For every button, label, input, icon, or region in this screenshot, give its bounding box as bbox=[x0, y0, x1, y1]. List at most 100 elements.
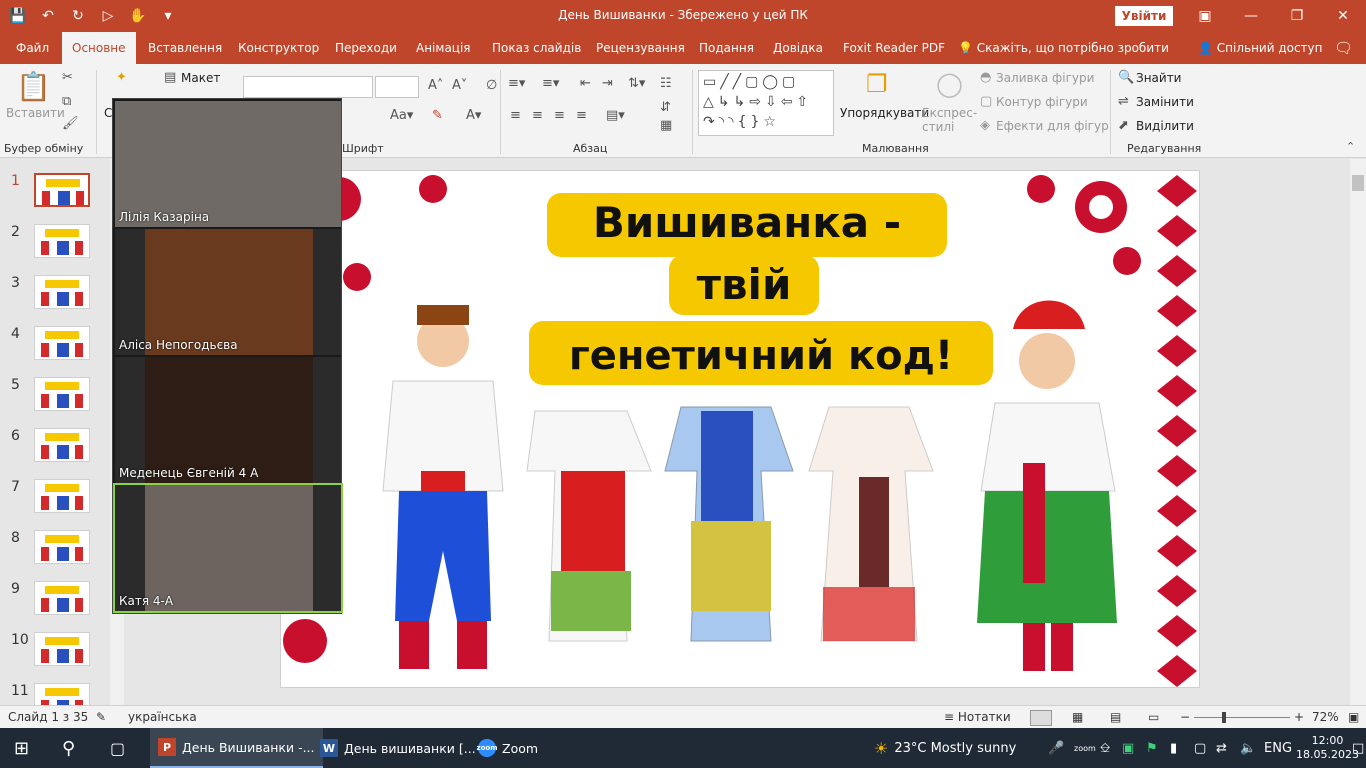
editor-scrollbar[interactable] bbox=[1350, 159, 1366, 705]
text-direction-icon[interactable]: ⇵ bbox=[660, 100, 671, 115]
bullets-icon[interactable]: ≡▾ bbox=[508, 76, 525, 91]
minimize-icon[interactable]: — bbox=[1228, 0, 1274, 32]
shapes-gallery[interactable]: ▭╱╱▢◯▢ △↳↳⇨⇩⇦⇧ ↷◝◝{}☆ bbox=[698, 70, 834, 136]
participant-tile[interactable]: Меденець Євгеній 4 А bbox=[115, 357, 341, 483]
paste-button-label[interactable]: Вставити bbox=[6, 106, 65, 120]
shape-fill-icon[interactable]: ◓ bbox=[980, 70, 991, 85]
decrease-indent-icon[interactable]: ⇤ bbox=[580, 76, 591, 91]
slide-thumbnail[interactable]: 9 bbox=[0, 581, 110, 621]
increase-indent-icon[interactable]: ⇥ bbox=[602, 76, 613, 91]
decrease-font-icon[interactable]: A˅ bbox=[452, 78, 467, 93]
slide-thumbnail[interactable]: 1 bbox=[0, 173, 110, 213]
usb-icon[interactable]: ⎒ bbox=[1100, 728, 1110, 768]
clear-formatting-icon[interactable]: ∅ bbox=[486, 78, 497, 93]
justify-icon[interactable]: ≡ bbox=[576, 108, 587, 123]
tab-foxit[interactable]: Foxit Reader PDF bbox=[843, 32, 945, 64]
slide-thumbnail[interactable]: 6 bbox=[0, 428, 110, 468]
taskbar-app-zoom[interactable]: zoom Zoom bbox=[470, 728, 546, 768]
tab-review[interactable]: Рецензування bbox=[596, 32, 685, 64]
change-case-icon[interactable]: Aa▾ bbox=[390, 108, 413, 123]
volume-icon[interactable]: 🔈 bbox=[1240, 728, 1256, 768]
find-button[interactable]: Знайти bbox=[1136, 71, 1181, 85]
zoom-slider[interactable] bbox=[1194, 717, 1290, 718]
replace-button[interactable]: Замінити bbox=[1136, 95, 1194, 109]
tab-insert[interactable]: Вставлення bbox=[148, 32, 222, 64]
participant-tile[interactable]: Аліса Непогодьєва bbox=[115, 229, 341, 355]
tab-help[interactable]: Довідка bbox=[773, 32, 823, 64]
columns-icon[interactable]: ☷ bbox=[660, 76, 672, 91]
tab-file[interactable]: Файл bbox=[16, 32, 49, 64]
weather-widget[interactable]: ☀ 23°C Mostly sunny bbox=[874, 728, 1016, 768]
language-indicator-taskbar[interactable]: ENG bbox=[1264, 728, 1292, 768]
battery-icon[interactable]: ▮ bbox=[1170, 728, 1177, 768]
scroll-thumb[interactable] bbox=[1352, 175, 1364, 191]
windows-start-icon[interactable]: ⊞ bbox=[14, 728, 29, 768]
zoom-level[interactable]: 72% bbox=[1312, 710, 1339, 724]
zoom-in-icon[interactable]: + bbox=[1294, 710, 1304, 724]
close-icon[interactable]: ✕ bbox=[1320, 0, 1366, 32]
tray-app-icon[interactable]: ▣ bbox=[1122, 728, 1134, 768]
maximize-icon[interactable]: ❐ bbox=[1274, 0, 1320, 32]
font-name-input[interactable] bbox=[243, 76, 373, 98]
arrange-icon[interactable]: ❐ bbox=[866, 70, 888, 98]
slide-thumbnail[interactable]: 3 bbox=[0, 275, 110, 315]
align-text-icon[interactable]: ▦ bbox=[660, 118, 672, 133]
format-painter-icon[interactable]: 🖌 bbox=[62, 116, 79, 131]
security-icon[interactable]: ⚑ bbox=[1146, 728, 1158, 768]
slide-sorter-icon[interactable]: ▦ bbox=[1072, 710, 1083, 724]
increase-font-icon[interactable]: A˄ bbox=[428, 78, 443, 93]
layout-button[interactable]: Макет bbox=[181, 71, 220, 85]
copy-icon[interactable]: ⧉ bbox=[62, 94, 71, 109]
slide-thumbnail[interactable]: 8 bbox=[0, 530, 110, 570]
taskbar-app-word[interactable]: W День вишиванки [... bbox=[312, 728, 484, 768]
tab-animations[interactable]: Анімація bbox=[416, 32, 471, 64]
participant-tile[interactable]: Катя 4-А bbox=[113, 483, 343, 613]
zoom-out-icon[interactable]: − bbox=[1180, 710, 1190, 724]
fit-slide-icon[interactable]: ▣ bbox=[1348, 710, 1359, 724]
arrange-button[interactable]: Упорядкувати bbox=[840, 106, 929, 120]
shape-outline-button[interactable]: Контур фігури bbox=[996, 95, 1088, 109]
microphone-icon[interactable]: 🎤 bbox=[1048, 728, 1064, 768]
quick-styles-icon[interactable]: ◯ bbox=[936, 70, 963, 98]
spellcheck-icon[interactable]: ✎ bbox=[96, 710, 106, 724]
paste-icon[interactable]: 📋 bbox=[16, 70, 51, 103]
network-icon[interactable]: ⇄ bbox=[1216, 728, 1227, 768]
text-columns-icon[interactable]: ▤▾ bbox=[606, 108, 625, 123]
notes-button[interactable]: ≡ Нотатки bbox=[944, 710, 1011, 724]
clock[interactable]: 12:00 18.05.2023 bbox=[1296, 728, 1359, 768]
shape-fill-button[interactable]: Заливка фігури bbox=[996, 71, 1094, 85]
quick-styles-button[interactable]: Експрес-стилі bbox=[922, 106, 977, 134]
display-icon[interactable]: ▢ bbox=[1194, 728, 1206, 768]
font-color-icon[interactable]: A▾ bbox=[466, 108, 481, 123]
tab-view[interactable]: Подання bbox=[699, 32, 754, 64]
notifications-icon[interactable]: □ bbox=[1352, 728, 1364, 768]
shape-effects-icon[interactable]: ◈ bbox=[980, 118, 990, 133]
new-slide-icon[interactable]: ✦ bbox=[116, 70, 127, 85]
align-left-icon[interactable]: ≡ bbox=[510, 108, 521, 123]
slide-thumbnail[interactable]: 10 bbox=[0, 632, 110, 672]
slide-thumbnail[interactable]: 7 bbox=[0, 479, 110, 519]
ribbon-display-icon[interactable]: ▣ bbox=[1182, 0, 1228, 32]
slideshow-view-icon[interactable]: ▭ bbox=[1148, 710, 1159, 724]
line-spacing-icon[interactable]: ⇅▾ bbox=[628, 76, 645, 91]
reading-view-icon[interactable]: ▤ bbox=[1110, 710, 1121, 724]
participant-tile[interactable]: Лілія Казаріна bbox=[115, 101, 341, 227]
normal-view-icon[interactable] bbox=[1030, 710, 1052, 726]
search-icon[interactable]: ⚲ bbox=[62, 728, 75, 768]
zoom-tray-icon[interactable]: zoom bbox=[1074, 728, 1096, 768]
tab-slideshow[interactable]: Показ слайдів bbox=[492, 32, 581, 64]
align-center-icon[interactable]: ≡ bbox=[532, 108, 543, 123]
share-button[interactable]: 👤 Спільний доступ bbox=[1198, 32, 1323, 64]
tell-me-box[interactable]: 💡 Скажіть, що потрібно зробити bbox=[958, 32, 1169, 64]
align-right-icon[interactable]: ≡ bbox=[554, 108, 565, 123]
shape-effects-button[interactable]: Ефекти для фігур bbox=[996, 119, 1109, 133]
collapse-ribbon-icon[interactable]: ⌃ bbox=[1346, 140, 1355, 153]
taskbar-app-powerpoint[interactable]: P День Вишиванки -... bbox=[150, 728, 323, 768]
language-indicator[interactable]: українська bbox=[128, 710, 197, 724]
comments-icon[interactable]: 🗨 bbox=[1334, 32, 1353, 64]
zoom-slider-thumb[interactable] bbox=[1222, 712, 1226, 723]
slide-thumbnail[interactable]: 2 bbox=[0, 224, 110, 264]
highlight-icon[interactable]: ✎ bbox=[432, 108, 443, 123]
task-view-icon[interactable]: ▢ bbox=[110, 728, 125, 768]
numbering-icon[interactable]: ≡▾ bbox=[542, 76, 559, 91]
